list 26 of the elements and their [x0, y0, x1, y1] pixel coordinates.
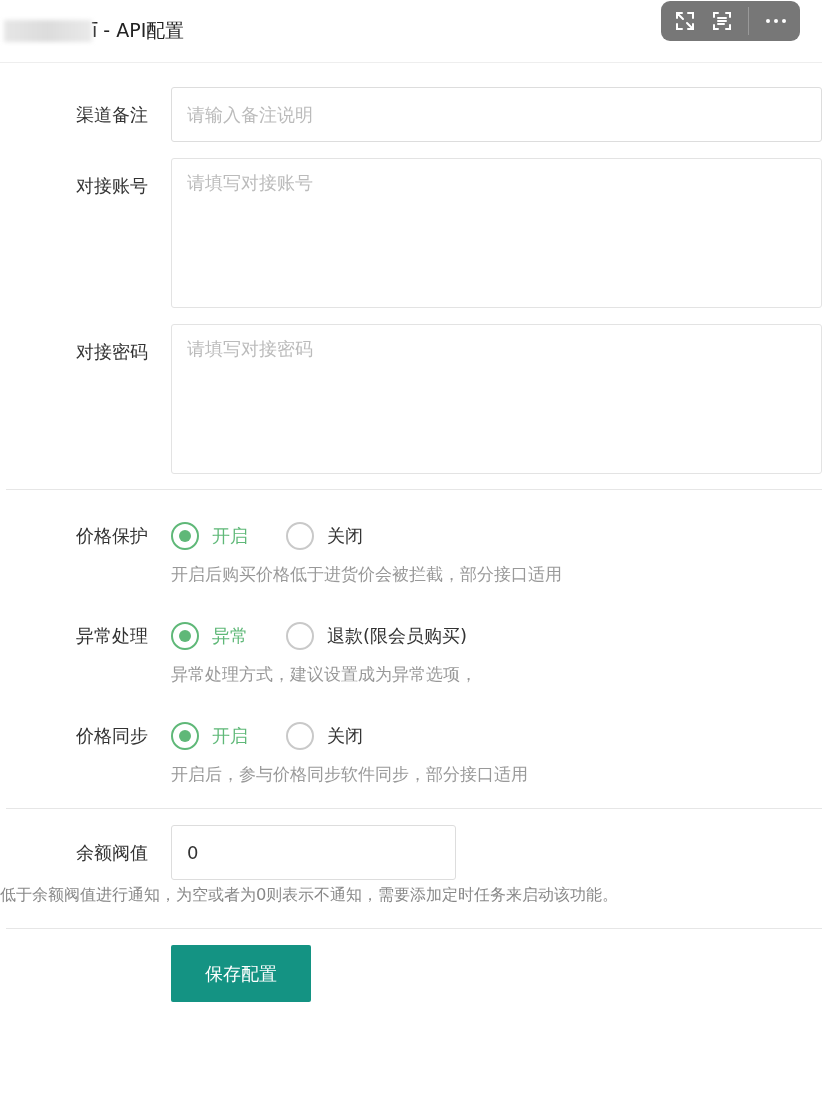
text-area[interactable]: 请填写对接账号: [171, 158, 822, 308]
help-text: 异常处理方式，建议设置成为异常选项，: [171, 663, 478, 686]
field-label: 对接账号: [75, 174, 148, 198]
field-label: 渠道备注: [75, 103, 148, 127]
radio-label[interactable]: 关闭: [327, 723, 363, 748]
save-button[interactable]: 保存配置: [171, 945, 311, 1002]
radio-button[interactable]: [286, 621, 314, 650]
help-text: 低于余额阀值进行通知，为空或者为0则表示不通知，需要添加定时任务来启动该功能。: [0, 884, 620, 906]
radio-button[interactable]: [286, 521, 314, 550]
field-label: 余额阀值: [75, 841, 148, 865]
field-label: 对接密码: [75, 340, 148, 364]
input-field[interactable]: 0: [171, 825, 456, 880]
field-label: 价格保护: [75, 524, 148, 548]
text-area[interactable]: 请填写对接密码: [171, 324, 822, 474]
radio-label[interactable]: 关闭: [327, 523, 363, 548]
field-label: 异常处理: [75, 624, 148, 648]
field-label: 价格同步: [75, 724, 148, 748]
window-title: ī - API配置: [92, 18, 185, 43]
radio-button[interactable]: [286, 721, 314, 750]
radio-button[interactable]: [171, 621, 199, 650]
radio-button[interactable]: [171, 521, 199, 550]
help-text: 开启后购买价格低于进货价会被拦截，部分接口适用: [171, 563, 563, 586]
radio-button[interactable]: [171, 721, 199, 750]
radio-label[interactable]: 退款(限会员购买): [327, 623, 468, 648]
input-field[interactable]: 请输入备注说明: [171, 87, 822, 142]
help-text: 开启后，参与价格同步软件同步，部分接口适用: [171, 763, 529, 786]
